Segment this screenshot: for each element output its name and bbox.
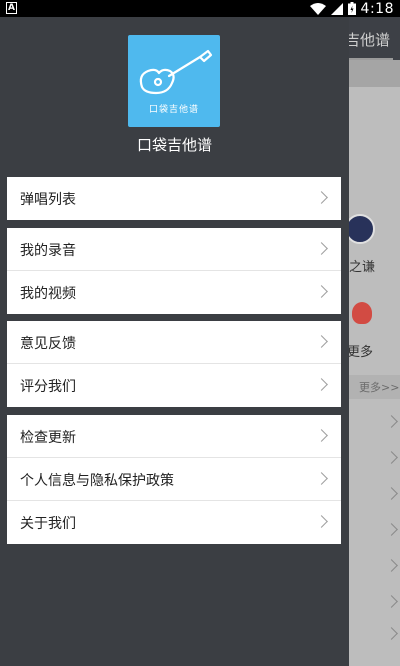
chevron-right-icon	[385, 523, 398, 536]
notification-icon: A	[6, 2, 17, 14]
menu-item-label: 意见反馈	[20, 336, 76, 352]
menu-item-about-us[interactable]: 关于我们	[7, 501, 341, 544]
status-icons: 4:18	[309, 0, 394, 17]
background-header: 吉他谱	[349, 17, 400, 60]
background-label: 更多	[349, 345, 374, 360]
menu-item-label: 我的录音	[20, 243, 76, 259]
chevron-right-icon	[315, 191, 328, 204]
chevron-right-icon	[315, 515, 328, 528]
background-label: 之谦	[349, 260, 376, 275]
menu-item-feedback[interactable]: 意见反馈	[7, 321, 341, 364]
menu-group-feedback: 意见反馈 评分我们	[7, 321, 341, 407]
app-logo: 口袋吉他谱	[128, 35, 220, 127]
menu-group-media: 我的录音 我的视频	[7, 228, 341, 314]
menu-item-my-videos[interactable]: 我的视频	[7, 271, 341, 314]
menu-item-check-update[interactable]: 检查更新	[7, 415, 341, 458]
chevron-right-icon	[385, 415, 398, 428]
chevron-right-icon	[385, 595, 398, 608]
chevron-right-icon	[315, 429, 328, 442]
menu-item-label: 检查更新	[20, 430, 76, 446]
chevron-right-icon	[315, 472, 328, 485]
wifi-icon	[309, 2, 326, 15]
menu-item-label: 关于我们	[20, 516, 76, 532]
chevron-right-icon	[315, 242, 328, 255]
chevron-right-icon	[315, 335, 328, 348]
background-avatar	[349, 214, 375, 244]
cell-signal-icon	[330, 2, 343, 15]
battery-icon	[347, 2, 356, 15]
app-name: 口袋吉他谱	[136, 136, 212, 154]
menu-item-rate-us[interactable]: 评分我们	[7, 364, 341, 407]
logo-caption: 口袋吉他谱	[148, 105, 199, 115]
chevron-right-icon	[315, 285, 328, 298]
background-red-icon	[352, 302, 372, 324]
status-bar: A 4:18	[0, 0, 400, 17]
background-app: 吉他谱 之谦 更多 更多>>	[349, 17, 400, 666]
chevron-right-icon	[385, 451, 398, 464]
background-header-title: 吉他谱	[349, 31, 391, 49]
background-more-link: 更多>>	[359, 381, 400, 394]
menu-item-play-list[interactable]: 弹唱列表	[7, 177, 341, 220]
menu-item-label: 个人信息与隐私保护政策	[20, 473, 174, 489]
navigation-drawer: 口袋吉他谱 口袋吉他谱 弹唱列表 我的录音 我的视频 意见反馈 评分我们 检查更…	[0, 17, 349, 666]
chevron-right-icon	[315, 378, 328, 391]
menu-item-label: 弹唱列表	[20, 192, 76, 208]
chevron-right-icon	[385, 487, 398, 500]
chevron-right-icon	[385, 559, 398, 572]
menu-item-label: 我的视频	[20, 286, 76, 302]
background-band	[349, 60, 400, 87]
menu-group-about: 检查更新 个人信息与隐私保护政策 关于我们	[7, 415, 341, 544]
chevron-right-icon	[385, 627, 398, 640]
menu-group-playlist: 弹唱列表	[7, 177, 341, 220]
clock: 4:18	[360, 0, 394, 17]
menu-item-label: 评分我们	[20, 379, 76, 395]
menu-item-privacy-policy[interactable]: 个人信息与隐私保护政策	[7, 458, 341, 501]
menu-item-my-recordings[interactable]: 我的录音	[7, 228, 341, 271]
